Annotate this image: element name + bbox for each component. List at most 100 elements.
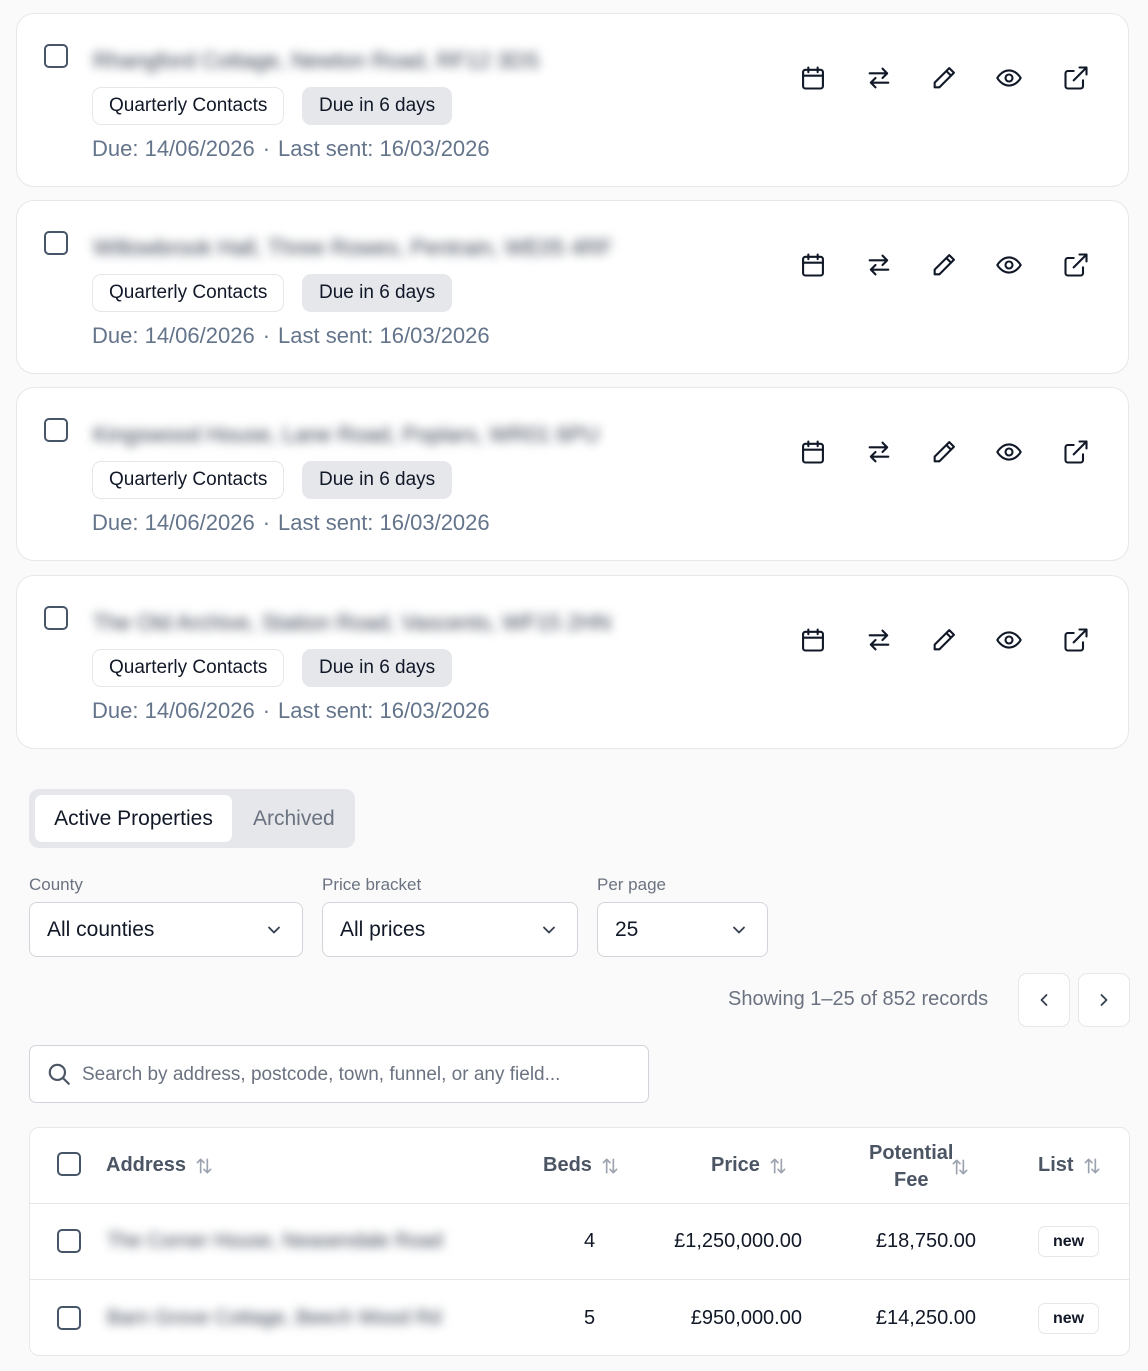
reminder-meta: Due: 14/06/2026 · Last sent: 16/03/2026: [92, 136, 490, 162]
calendar-icon: [802, 253, 824, 277]
swap-arrows-icon: [868, 67, 890, 89]
open-external-button[interactable]: [1060, 436, 1092, 468]
eye-icon: [996, 256, 1022, 274]
view-button[interactable]: [993, 249, 1025, 281]
swap-button[interactable]: [863, 624, 895, 656]
reminder-address: Kingswood House, Lane Road, Poplars, WR0…: [93, 422, 600, 447]
row-potential-fee: £14,250.00: [875, 1307, 976, 1329]
column-address[interactable]: Address: [106, 1154, 214, 1177]
records-count: Showing 1–25 of 852 records: [728, 988, 989, 1010]
list-status-badge: new: [1038, 1303, 1100, 1334]
swap-button[interactable]: [863, 249, 895, 281]
last-sent-date: Last sent: 16/03/2026: [278, 698, 490, 723]
row-checkbox[interactable]: [57, 1229, 81, 1253]
previous-page-button[interactable]: [1018, 973, 1070, 1027]
reminder-checkbox[interactable]: [44, 606, 68, 630]
search-input[interactable]: [80, 1054, 634, 1096]
pencil-icon: [933, 629, 955, 651]
external-link-icon: [1064, 440, 1088, 464]
tab-archived[interactable]: Archived: [253, 795, 335, 842]
contact-type-pill: Quarterly Contacts: [92, 461, 285, 499]
row-price: £1,250,000.00: [674, 1230, 802, 1252]
swap-arrows-icon: [868, 254, 890, 276]
county-label: County: [29, 875, 83, 894]
reminder-card: Willowbrook Hall, Three Rowes, Pentrain,…: [16, 200, 1129, 374]
column-beds[interactable]: Beds: [543, 1154, 620, 1177]
edit-button[interactable]: [928, 436, 960, 468]
next-page-button[interactable]: [1078, 973, 1130, 1027]
row-address: Barn Grove Cottage, Beech Wood Rd: [107, 1307, 442, 1329]
row-potential-fee: £18,750.00: [875, 1230, 976, 1252]
price-bracket-select[interactable]: All prices: [322, 902, 578, 957]
pencil-icon: [933, 254, 955, 276]
due-badge: Due in 6 days: [302, 87, 453, 125]
per-page-select[interactable]: 25: [597, 902, 768, 957]
edit-button[interactable]: [928, 62, 960, 94]
eye-icon: [996, 631, 1022, 649]
county-select[interactable]: All counties: [29, 902, 303, 957]
schedule-button[interactable]: [797, 62, 829, 94]
edit-button[interactable]: [928, 624, 960, 656]
swap-arrows-icon: [868, 629, 890, 651]
column-fee-label-line1: Potential: [869, 1142, 954, 1164]
reminder-meta: Due: 14/06/2026 · Last sent: 16/03/2026: [92, 323, 490, 349]
row-checkbox[interactable]: [57, 1306, 81, 1330]
column-price[interactable]: Price: [711, 1154, 788, 1177]
swap-button[interactable]: [863, 436, 895, 468]
properties-table: Address Beds Price Potential Fee List Th…: [29, 1127, 1130, 1356]
column-potential-fee[interactable]: Potential Fee: [869, 1140, 953, 1194]
reminder-meta: Due: 14/06/2026 · Last sent: 16/03/2026: [92, 510, 490, 536]
view-button[interactable]: [993, 624, 1025, 656]
sort-icon: [770, 1158, 786, 1174]
schedule-button[interactable]: [797, 436, 829, 468]
external-link-icon: [1064, 66, 1088, 90]
last-sent-date: Last sent: 16/03/2026: [278, 323, 490, 348]
due-badge: Due in 6 days: [302, 649, 453, 687]
open-external-button[interactable]: [1060, 624, 1092, 656]
open-external-button[interactable]: [1060, 249, 1092, 281]
open-external-button[interactable]: [1060, 62, 1092, 94]
column-list[interactable]: List: [1038, 1154, 1102, 1177]
select-all-checkbox[interactable]: [57, 1152, 81, 1176]
view-button[interactable]: [993, 436, 1025, 468]
sort-icon: [602, 1158, 618, 1174]
row-address: The Corner House, Neasendale Road: [107, 1230, 443, 1252]
county-value: All counties: [47, 918, 155, 941]
table-row[interactable]: The Corner House, Neasendale Road 4 £1,2…: [30, 1203, 1129, 1279]
meta-separator: ·: [262, 510, 271, 535]
reminder-address: Rhangford Cottage, Newton Road, RF12 3DS: [93, 48, 540, 73]
reminder-checkbox[interactable]: [44, 44, 68, 68]
per-page-value: 25: [615, 918, 639, 941]
sort-icon[interactable]: [950, 1157, 970, 1177]
schedule-button[interactable]: [797, 624, 829, 656]
property-tabs: Active Properties Archived: [29, 789, 355, 848]
schedule-button[interactable]: [797, 249, 829, 281]
table-row[interactable]: Barn Grove Cottage, Beech Wood Rd 5 £950…: [30, 1279, 1129, 1355]
last-sent-date: Last sent: 16/03/2026: [278, 510, 490, 535]
reminder-address: The Old Archive, Station Road, Vascents,…: [93, 610, 612, 635]
column-fee-label-line2: Fee: [893, 1169, 929, 1191]
chevron-right-icon: [1100, 994, 1108, 1006]
calendar-icon: [802, 440, 824, 464]
due-date: Due: 14/06/2026: [92, 510, 255, 535]
reminder-checkbox[interactable]: [44, 231, 68, 255]
price-bracket-value: All prices: [340, 918, 426, 941]
due-date: Due: 14/06/2026: [92, 698, 255, 723]
reminder-checkbox[interactable]: [44, 418, 68, 442]
search-box: [29, 1045, 649, 1103]
calendar-icon: [802, 66, 824, 90]
swap-button[interactable]: [863, 62, 895, 94]
per-page-label: Per page: [597, 875, 666, 894]
reminder-card: Rhangford Cottage, Newton Road, RF12 3DS…: [16, 13, 1129, 187]
due-date: Due: 14/06/2026: [92, 323, 255, 348]
eye-icon: [996, 443, 1022, 461]
chevron-down-icon: [543, 926, 555, 934]
column-address-label: Address: [106, 1154, 187, 1176]
sort-icon: [1084, 1158, 1100, 1174]
pencil-icon: [933, 441, 955, 463]
tab-active-properties[interactable]: Active Properties: [35, 795, 232, 842]
column-beds-label: Beds: [543, 1154, 592, 1176]
view-button[interactable]: [993, 62, 1025, 94]
swap-arrows-icon: [868, 441, 890, 463]
edit-button[interactable]: [928, 249, 960, 281]
